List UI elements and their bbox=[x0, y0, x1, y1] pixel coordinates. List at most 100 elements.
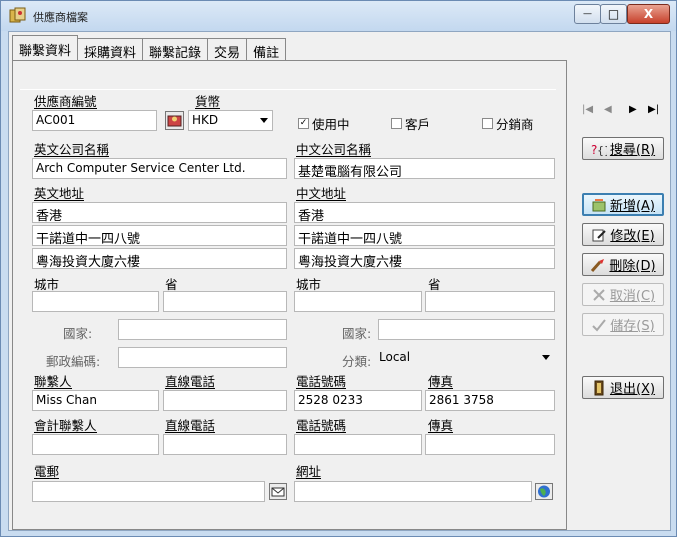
postal-input[interactable] bbox=[118, 347, 287, 368]
currency-label: 貨幣 bbox=[195, 94, 221, 109]
website-input[interactable] bbox=[294, 481, 532, 502]
direct-phone-input[interactable] bbox=[163, 390, 287, 411]
country-cn-input[interactable] bbox=[378, 319, 555, 340]
close-button[interactable]: X bbox=[627, 4, 670, 24]
acct-phone-input[interactable] bbox=[294, 434, 422, 455]
en-company-label: 英文公司名稱 bbox=[34, 142, 110, 157]
minimize-button[interactable]: — bbox=[574, 4, 601, 24]
currency-value: HKD bbox=[192, 113, 219, 127]
cn-address-label: 中文地址 bbox=[296, 186, 347, 201]
search-button[interactable]: ? {} 搜尋(R) bbox=[582, 137, 664, 160]
maximize-icon: □ bbox=[607, 7, 620, 21]
new-button[interactable]: 新增(A) bbox=[582, 193, 664, 216]
edit-button[interactable]: 修改(E) bbox=[582, 223, 664, 246]
cancel-icon bbox=[593, 288, 605, 301]
province-en-input[interactable] bbox=[163, 291, 287, 312]
acct-contact-input[interactable] bbox=[32, 434, 159, 455]
email-label: 電郵 bbox=[34, 464, 60, 479]
email-input[interactable] bbox=[32, 481, 265, 502]
tab-transactions[interactable]: 交易 bbox=[207, 38, 248, 61]
cn-company-label: 中文公司名稱 bbox=[296, 142, 372, 157]
acct-contact-label: 會計聯繫人 bbox=[34, 418, 97, 433]
last-record-icon[interactable]: ▶| bbox=[648, 104, 659, 115]
title-bar[interactable]: 供應商檔案 — □ X bbox=[1, 1, 676, 31]
minimize-icon: — bbox=[583, 9, 592, 19]
en-address-line3[interactable]: 粵海投資大廈六樓 bbox=[32, 248, 287, 269]
exit-door-icon bbox=[594, 380, 604, 395]
next-record-icon[interactable]: ▶ bbox=[629, 104, 637, 115]
supplier-no-input[interactable]: AC001 bbox=[32, 110, 157, 131]
fax-input[interactable]: 2861 3758 bbox=[425, 390, 555, 411]
acct-direct-phone-input[interactable] bbox=[163, 434, 287, 455]
in-use-label: 使用中 bbox=[312, 117, 350, 132]
city-en-input[interactable] bbox=[32, 291, 159, 312]
city-cn-input[interactable] bbox=[294, 291, 422, 312]
add-record-icon bbox=[592, 198, 606, 211]
maximize-button[interactable]: □ bbox=[600, 4, 627, 24]
send-email-icon[interactable] bbox=[269, 483, 287, 500]
chevron-down-icon bbox=[260, 118, 268, 123]
delete-button-label: 刪除(D) bbox=[609, 259, 656, 274]
cancel-button[interactable]: 取消(C) bbox=[582, 283, 664, 306]
svg-text:{}: {} bbox=[597, 144, 607, 157]
search-icon: ? {} bbox=[591, 143, 607, 157]
prev-record-icon[interactable]: ◀ bbox=[604, 104, 612, 115]
postal-label: 郵政編碼: bbox=[46, 354, 101, 369]
acct-phone-label: 電話號碼 bbox=[296, 418, 347, 433]
exit-button-label: 退出(X) bbox=[609, 382, 656, 397]
globe-icon[interactable] bbox=[535, 483, 553, 500]
client-area: 聯繫資料 採購資料 聯繫記錄 交易 備註 供應商編號 貨幣 AC001 HKD bbox=[8, 31, 671, 531]
contact-input[interactable]: Miss Chan bbox=[32, 390, 159, 411]
phone-input[interactable]: 2528 0233 bbox=[294, 390, 422, 411]
distributor-checkbox[interactable]: 分銷商 bbox=[482, 114, 534, 133]
tab-purchase[interactable]: 採購資料 bbox=[77, 38, 144, 61]
category-select[interactable]: Local bbox=[375, 347, 555, 368]
contact-form: 供應商編號 貨幣 AC001 HKD ✓ 使用中 客戶 分銷商 英文公司名稱 中… bbox=[20, 89, 556, 525]
distributor-label: 分銷商 bbox=[496, 117, 534, 132]
en-address-label: 英文地址 bbox=[34, 186, 85, 201]
cancel-button-label: 取消(C) bbox=[609, 289, 656, 304]
tab-remarks[interactable]: 備註 bbox=[246, 38, 287, 61]
delete-record-icon bbox=[591, 258, 605, 272]
country-en-label: 國家: bbox=[63, 326, 93, 341]
en-address-line1[interactable]: 香港 bbox=[32, 202, 287, 223]
app-icon bbox=[9, 7, 26, 23]
chevron-down-icon bbox=[542, 355, 550, 360]
in-use-checkbox[interactable]: ✓ 使用中 bbox=[298, 114, 350, 133]
first-record-icon[interactable]: |◀ bbox=[582, 104, 593, 115]
edit-record-icon bbox=[592, 229, 607, 241]
acct-fax-input[interactable] bbox=[425, 434, 555, 455]
en-company-input[interactable]: Arch Computer Service Center Ltd. bbox=[32, 158, 287, 179]
phone-label: 電話號碼 bbox=[296, 374, 347, 389]
province-cn-input[interactable] bbox=[425, 291, 555, 312]
window-title: 供應商檔案 bbox=[33, 11, 88, 24]
cn-address-line3[interactable]: 粵海投資大廈六樓 bbox=[294, 248, 555, 269]
country-en-input[interactable] bbox=[118, 319, 287, 340]
currency-select[interactable]: HKD bbox=[188, 110, 273, 131]
tab-contact[interactable]: 聯繫資料 bbox=[12, 35, 79, 60]
country-cn-label: 國家: bbox=[342, 326, 372, 341]
supplier-window: 供應商檔案 — □ X 聯繫資料 採購資料 聯繫記錄 交易 備註 供應商編號 貨… bbox=[0, 0, 677, 537]
check-icon: ✓ bbox=[298, 118, 309, 129]
category-label: 分類: bbox=[342, 354, 372, 369]
supplier-no-label: 供應商編號 bbox=[34, 94, 97, 109]
exit-button[interactable]: 退出(X) bbox=[582, 376, 664, 399]
supplier-lookup-icon[interactable] bbox=[165, 111, 184, 130]
cn-company-input[interactable]: 基楚電腦有限公司 bbox=[294, 158, 555, 179]
close-icon: X bbox=[643, 7, 654, 21]
acct-fax-label: 傳真 bbox=[428, 418, 454, 433]
en-address-line2[interactable]: 干諾道中一四八號 bbox=[32, 225, 287, 246]
cn-address-line1[interactable]: 香港 bbox=[294, 202, 555, 223]
customer-label: 客戶 bbox=[405, 117, 431, 132]
acct-direct-phone-label: 直線電話 bbox=[165, 418, 216, 433]
checkbox-empty-icon bbox=[391, 118, 402, 129]
save-button[interactable]: 儲存(S) bbox=[582, 313, 664, 336]
save-check-icon bbox=[592, 318, 607, 331]
new-button-label: 新增(A) bbox=[609, 199, 656, 214]
cn-address-line2[interactable]: 干諾道中一四八號 bbox=[294, 225, 555, 246]
tab-contact-log[interactable]: 聯繫記錄 bbox=[142, 38, 209, 61]
action-sidebar: |◀ ◀ ▶ ▶| ? {} 搜尋(R) 新增(A) bbox=[572, 60, 669, 530]
delete-button[interactable]: 刪除(D) bbox=[582, 253, 664, 276]
checkbox-empty-icon bbox=[482, 118, 493, 129]
customer-checkbox[interactable]: 客戶 bbox=[391, 114, 430, 133]
